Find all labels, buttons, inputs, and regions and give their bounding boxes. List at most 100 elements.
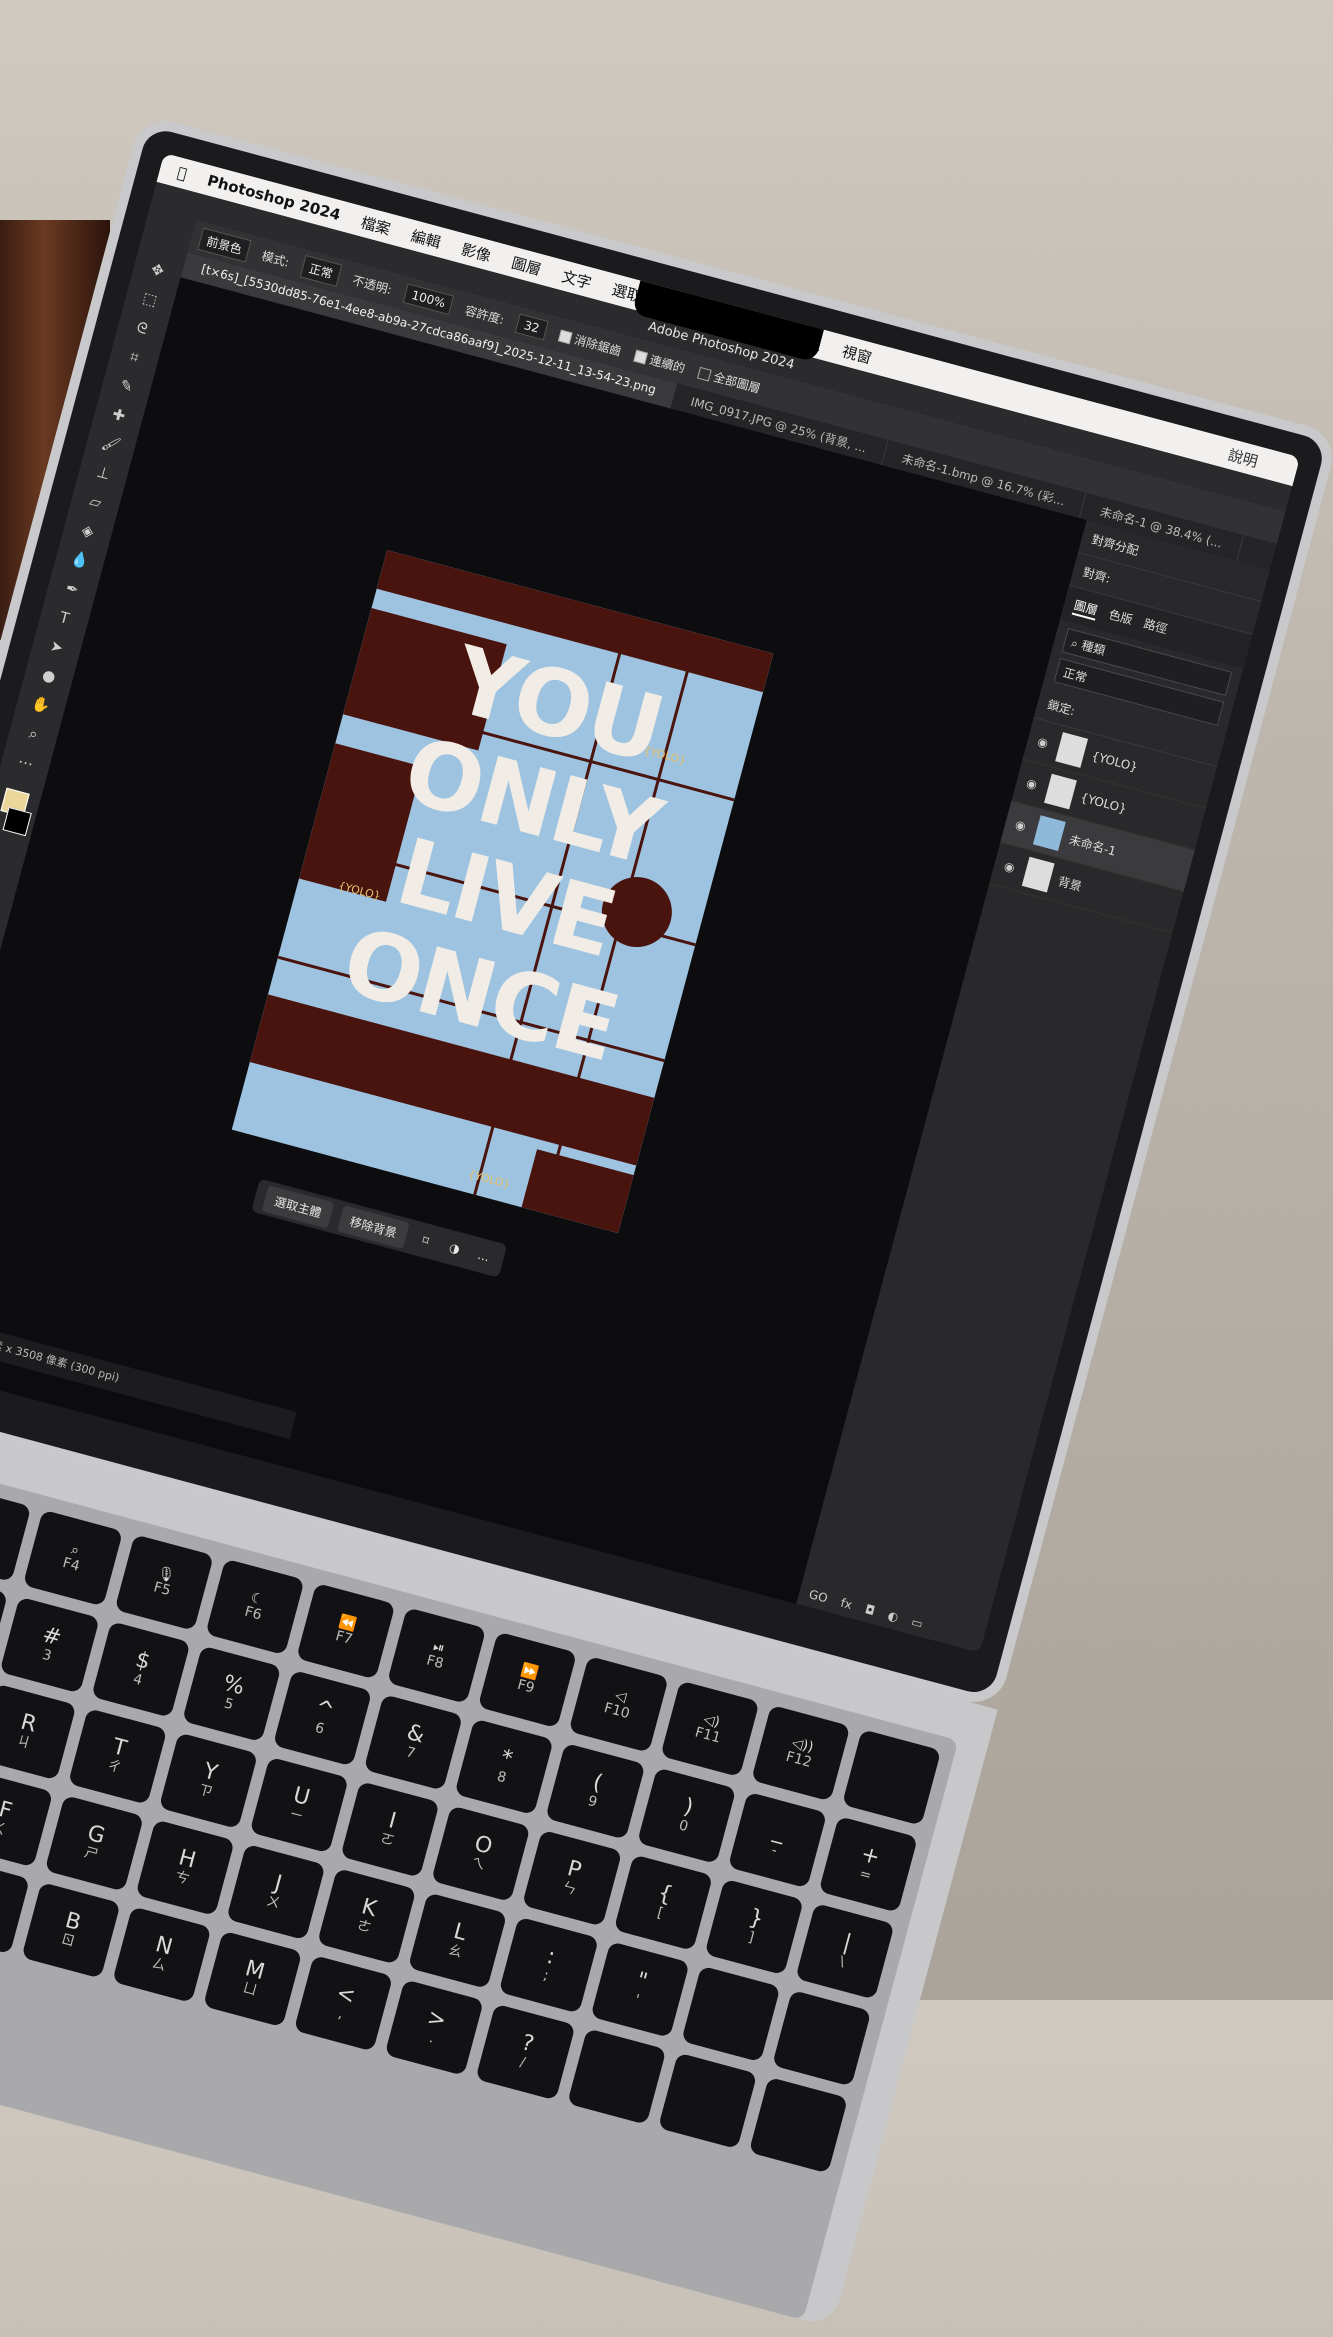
visibility-eye-icon[interactable]: ◉ bbox=[1014, 817, 1031, 834]
keyboard-key[interactable]: Mㄩ bbox=[202, 1930, 303, 2028]
stamp-tool-icon[interactable]: ⊥ bbox=[88, 459, 119, 487]
keyboard-key[interactable]: Uㄧ bbox=[249, 1756, 349, 1854]
keyboard-key[interactable]: <, bbox=[293, 1955, 394, 2052]
new-group-icon[interactable]: ▭ bbox=[910, 1615, 925, 1631]
lasso-tool-icon[interactable]: ᘓ bbox=[127, 314, 158, 342]
more-options-icon[interactable]: ... bbox=[472, 1247, 495, 1266]
keyboard-key[interactable]: Nㄙ bbox=[111, 1906, 212, 2003]
eraser-tool-icon[interactable]: ▱ bbox=[80, 488, 111, 516]
keyboard-key[interactable] bbox=[841, 1729, 942, 1826]
mode-select[interactable]: 正常 bbox=[299, 254, 343, 287]
tab-paths[interactable]: 路徑 bbox=[1141, 615, 1169, 640]
opacity-input[interactable]: 100% bbox=[402, 283, 455, 316]
keyboard-key[interactable]: Kㄜ bbox=[317, 1868, 417, 1965]
keyboard-key[interactable]: * 8 bbox=[454, 1718, 555, 1816]
keyboard-key[interactable]: _ - bbox=[727, 1791, 828, 1889]
blur-tool-icon[interactable]: 💧 bbox=[65, 546, 96, 574]
visibility-eye-icon[interactable]: ◉ bbox=[1025, 776, 1042, 793]
layer-effects-icon[interactable]: fx bbox=[839, 1596, 854, 1612]
keyboard-key[interactable] bbox=[566, 2028, 667, 2125]
keyboard-key[interactable]: ☾ F6 bbox=[205, 1558, 305, 1656]
keyboard-key[interactable]: >. bbox=[384, 1979, 485, 2076]
crop-tool-icon[interactable]: ⌗ bbox=[119, 343, 150, 371]
visibility-eye-icon[interactable]: ◉ bbox=[1036, 734, 1053, 751]
keyboard-key[interactable] bbox=[748, 2076, 849, 2174]
keyboard-key[interactable]: {[ bbox=[613, 1854, 713, 1951]
adjustment-icon[interactable]: ◑ bbox=[443, 1239, 466, 1258]
menu-image[interactable]: 影像 bbox=[459, 238, 493, 266]
keyboard-key[interactable]: Oㄟ bbox=[431, 1805, 531, 1903]
contiguous-checkbox[interactable]: 連續的 bbox=[632, 346, 688, 376]
select-subject-button[interactable]: 選取主體 bbox=[261, 1184, 335, 1229]
menu-layer[interactable]: 圖層 bbox=[509, 251, 544, 279]
paint-bucket-tool-icon[interactable]: ◈ bbox=[72, 517, 103, 545]
keyboard-key[interactable]: & 7 bbox=[363, 1694, 464, 1791]
keyboard-key[interactable]: Gㄕ bbox=[44, 1794, 144, 1892]
link-layers-icon[interactable]: GO bbox=[807, 1587, 829, 1605]
tab-layers[interactable]: 圖層 bbox=[1071, 596, 1100, 621]
pen-tool-icon[interactable]: ✒ bbox=[57, 575, 88, 603]
keyboard-key[interactable]: $4 bbox=[90, 1621, 191, 1718]
keyboard-key[interactable]: ⏪ F7 bbox=[296, 1582, 396, 1680]
keyboard-key[interactable]: Pㄣ bbox=[522, 1829, 622, 1927]
keyboard-key[interactable]: Fㄑ bbox=[0, 1770, 53, 1868]
menu-type[interactable]: 文字 bbox=[560, 265, 594, 293]
layers-footer: GO fx ◘ ◐ ▭ bbox=[807, 1587, 975, 1645]
visibility-eye-icon[interactable]: ◉ bbox=[1003, 859, 1020, 876]
keyboard-key[interactable]: Tㄔ bbox=[67, 1708, 168, 1805]
apple-icon[interactable]:  bbox=[175, 163, 188, 183]
keyboard-key[interactable]: ⌕ F4 bbox=[23, 1509, 123, 1607]
type-tool-icon[interactable]: T bbox=[49, 604, 80, 632]
more-tools-icon[interactable]: ⋯ bbox=[10, 749, 41, 777]
healing-tool-icon[interactable]: ✚ bbox=[103, 401, 134, 429]
keyboard-key[interactable]: Jㄨ bbox=[226, 1843, 326, 1941]
keyboard-key[interactable] bbox=[680, 1965, 781, 2063]
keyboard-key[interactable] bbox=[771, 1989, 872, 2087]
keyboard-key[interactable]: Yㄗ bbox=[158, 1732, 259, 1830]
keyboard-key[interactable]: ^ 6 bbox=[272, 1669, 373, 1767]
hand-tool-icon[interactable]: ✋ bbox=[26, 691, 57, 719]
tab-channels[interactable]: 色版 bbox=[1106, 605, 1134, 630]
brush-tool-icon[interactable]: 🖌 bbox=[96, 430, 127, 458]
keyboard-key[interactable]: Iㄛ bbox=[340, 1781, 440, 1878]
transform-icon[interactable]: ⌑ bbox=[414, 1231, 437, 1250]
keyboard-key[interactable]: Rㄐ bbox=[0, 1683, 77, 1781]
keyboard-key[interactable]: " ' bbox=[589, 1941, 690, 2038]
keyboard-key[interactable]: :; bbox=[498, 1916, 599, 2014]
keyboard-key[interactable]: }] bbox=[704, 1878, 804, 1976]
keyboard-key[interactable]: (9 bbox=[545, 1742, 646, 1840]
keyboard-key[interactable]: ) 0 bbox=[636, 1767, 737, 1864]
adjustment-layer-icon[interactable]: ◐ bbox=[886, 1608, 900, 1624]
keyboard-key[interactable]: ? / bbox=[475, 2003, 576, 2101]
remove-background-button[interactable]: 移除背景 bbox=[337, 1204, 410, 1249]
keyboard-key[interactable]: ⏯ F8 bbox=[386, 1607, 487, 1704]
keyboard-key[interactable]: % 5 bbox=[181, 1645, 282, 1743]
keyboard-key[interactable]: ◁ F10 bbox=[568, 1656, 669, 1753]
keyboard-key[interactable] bbox=[657, 2052, 758, 2150]
tolerance-input[interactable]: 32 bbox=[514, 313, 549, 341]
keyboard-key[interactable]: | \ bbox=[795, 1902, 895, 2000]
key-sublegend: ㄐ bbox=[14, 1733, 33, 1753]
menu-file[interactable]: 檔案 bbox=[359, 211, 393, 239]
menu-window[interactable]: 視窗 bbox=[840, 340, 874, 368]
zoom-tool-icon[interactable]: ⌕ bbox=[18, 720, 49, 748]
background-color-swatch[interactable] bbox=[2, 806, 32, 837]
keyboard-key[interactable]: #3 bbox=[0, 1596, 100, 1694]
keyboard-key[interactable]: ⏩ F9 bbox=[477, 1631, 578, 1729]
marquee-tool-icon[interactable]: ⬚ bbox=[134, 285, 165, 313]
shape-tool-icon[interactable]: ● bbox=[34, 662, 65, 690]
key-sublegend: ㄘ bbox=[173, 1869, 191, 1889]
eyedropper-tool-icon[interactable]: ✎ bbox=[111, 372, 142, 400]
keyboard-key[interactable]: ◁)) F12 bbox=[750, 1704, 851, 1802]
menu-help[interactable]: 說明 bbox=[1226, 443, 1260, 471]
keyboard-key[interactable]: Bㄖ bbox=[20, 1881, 121, 1979]
keyboard-key[interactable]: Hㄘ bbox=[135, 1819, 235, 1916]
keyboard-key[interactable]: + = bbox=[818, 1816, 918, 1913]
add-mask-icon[interactable]: ◘ bbox=[864, 1602, 877, 1618]
path-select-tool-icon[interactable]: ➤ bbox=[41, 633, 72, 661]
keyboard-key[interactable]: ◁) F11 bbox=[659, 1680, 760, 1777]
keyboard-key[interactable]: Lㄠ bbox=[408, 1892, 508, 1990]
keyboard-key[interactable]: 🎙 F5 bbox=[114, 1534, 214, 1631]
menu-edit[interactable]: 編輯 bbox=[409, 225, 443, 253]
move-tool-icon[interactable]: ✥ bbox=[142, 256, 173, 284]
